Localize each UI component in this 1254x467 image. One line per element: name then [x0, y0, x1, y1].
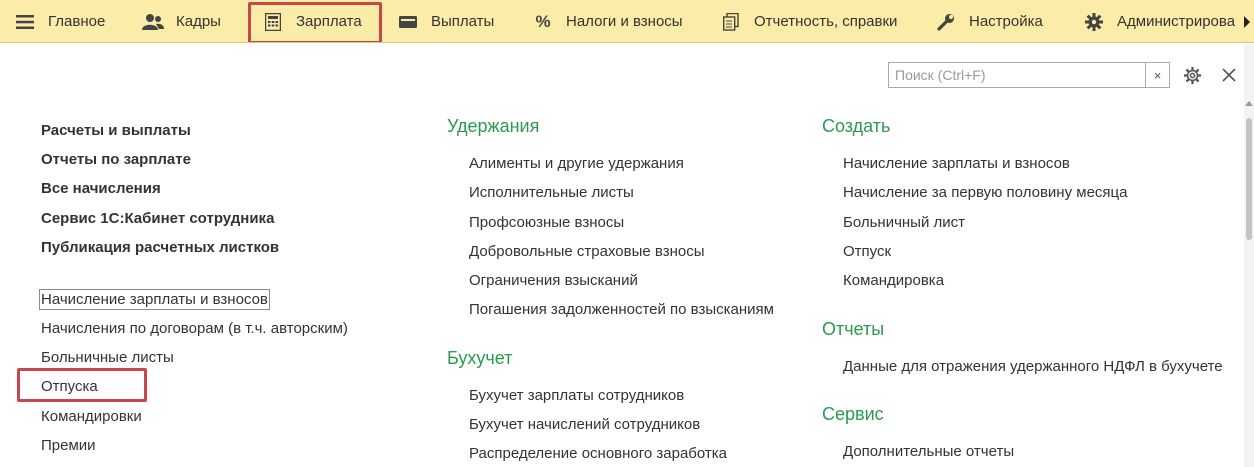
tab-payments-label: Выплаты [431, 13, 495, 30]
search-clear-button[interactable]: × [1145, 63, 1169, 87]
link-salary-accrual[interactable]: Начисление зарплаты и взносов [39, 289, 270, 310]
documents-icon [720, 11, 742, 33]
link-ndfl-accounting-data[interactable]: Данные для отражения удержанного НДФЛ в … [843, 358, 1223, 375]
link-create-half-month-accrual[interactable]: Начисление за первую половину месяца [843, 184, 1127, 201]
link-bonuses[interactable]: Премии [41, 437, 96, 454]
tab-salary-label: Зарплата [296, 13, 362, 30]
link-business-trips[interactable]: Командировки [41, 408, 142, 425]
scrollbar-thumb[interactable] [1246, 118, 1252, 240]
menu-scroll-right-button[interactable] [1240, 0, 1254, 42]
heading-service: Сервис [822, 404, 884, 424]
wrench-icon [935, 11, 957, 33]
link-recovery-limits[interactable]: Ограничения взысканий [469, 272, 638, 289]
link-calculations-payments[interactable]: Расчеты и выплаты [41, 122, 191, 139]
link-earnings-distribution[interactable]: Распределение основного заработка [469, 445, 727, 462]
tab-administration-label: Администрирова [1117, 13, 1236, 30]
hamburger-icon [14, 11, 36, 33]
link-accounting-salary[interactable]: Бухучет зарплаты сотрудников [469, 387, 684, 404]
heading-create: Создать [822, 116, 891, 136]
link-alimony[interactable]: Алименты и другие удержания [469, 155, 684, 172]
heading-accounting: Бухучет [447, 348, 513, 368]
link-all-accruals[interactable]: Все начисления [41, 180, 161, 197]
wallet-icon [397, 11, 419, 33]
link-create-business-trip[interactable]: Командировка [843, 272, 944, 289]
calculator-icon [262, 11, 284, 33]
tab-administration[interactable]: Администрирова [1083, 0, 1236, 42]
section-menu-bar: Главное Кадры Зарплата Выплаты % Налоги … [0, 0, 1254, 43]
link-contract-accruals[interactable]: Начисления по договорам (в т.ч. авторски… [41, 320, 348, 337]
gear-icon [1083, 11, 1105, 33]
link-create-vacation[interactable]: Отпуск [843, 243, 891, 260]
tab-main[interactable]: Главное [14, 0, 106, 42]
tab-personnel[interactable]: Кадры [142, 0, 221, 42]
tab-reports[interactable]: Отчетность, справки [720, 0, 898, 42]
link-create-sick-leave[interactable]: Больничный лист [843, 214, 965, 231]
tab-main-label: Главное [48, 13, 106, 30]
tab-settings[interactable]: Настройка [935, 0, 1043, 42]
link-employee-cabinet[interactable]: Сервис 1С:Кабинет сотрудника [41, 210, 274, 227]
tab-taxes-label: Налоги и взносы [566, 13, 683, 30]
scroll-up-arrow-icon[interactable] [1245, 100, 1253, 108]
link-writs-of-execution[interactable]: Исполнительные листы [469, 184, 634, 201]
link-union-fees[interactable]: Профсоюзные взносы [469, 214, 624, 231]
heading-deductions: Удержания [447, 116, 540, 136]
tab-payments[interactable]: Выплаты [397, 0, 495, 42]
tab-personnel-label: Кадры [176, 13, 221, 30]
gear-icon [1183, 66, 1201, 84]
close-icon [1222, 68, 1236, 82]
link-additional-reports[interactable]: Дополнительные отчеты [843, 443, 1014, 460]
link-vacations[interactable]: Отпуска [41, 378, 98, 395]
link-sick-leaves[interactable]: Больничные листы [41, 349, 174, 366]
tab-taxes[interactable]: % Налоги и взносы [532, 0, 683, 42]
percent-icon: % [535, 11, 551, 31]
tab-salary[interactable]: Зарплата [248, 0, 382, 42]
search-box: × [888, 62, 1170, 88]
tab-reports-label: Отчетность, справки [754, 13, 898, 30]
link-voluntary-insurance[interactable]: Добровольные страховые взносы [469, 243, 704, 260]
chevron-right-icon [1244, 15, 1250, 28]
link-create-salary-accrual[interactable]: Начисление зарплаты и взносов [843, 155, 1070, 172]
close-button[interactable] [1218, 64, 1240, 86]
tab-settings-label: Настройка [969, 13, 1043, 30]
people-icon [142, 11, 164, 33]
link-accounting-accruals[interactable]: Бухучет начислений сотрудников [469, 416, 700, 433]
link-debt-repayments[interactable]: Погашения задолженностей по взысканиям [469, 301, 774, 318]
settings-gear-button[interactable] [1181, 64, 1203, 86]
heading-reports: Отчеты [822, 319, 885, 339]
link-payslip-publication[interactable]: Публикация расчетных листков [41, 239, 279, 256]
link-salary-reports[interactable]: Отчеты по зарплате [41, 151, 191, 168]
search-input[interactable] [889, 63, 1145, 87]
